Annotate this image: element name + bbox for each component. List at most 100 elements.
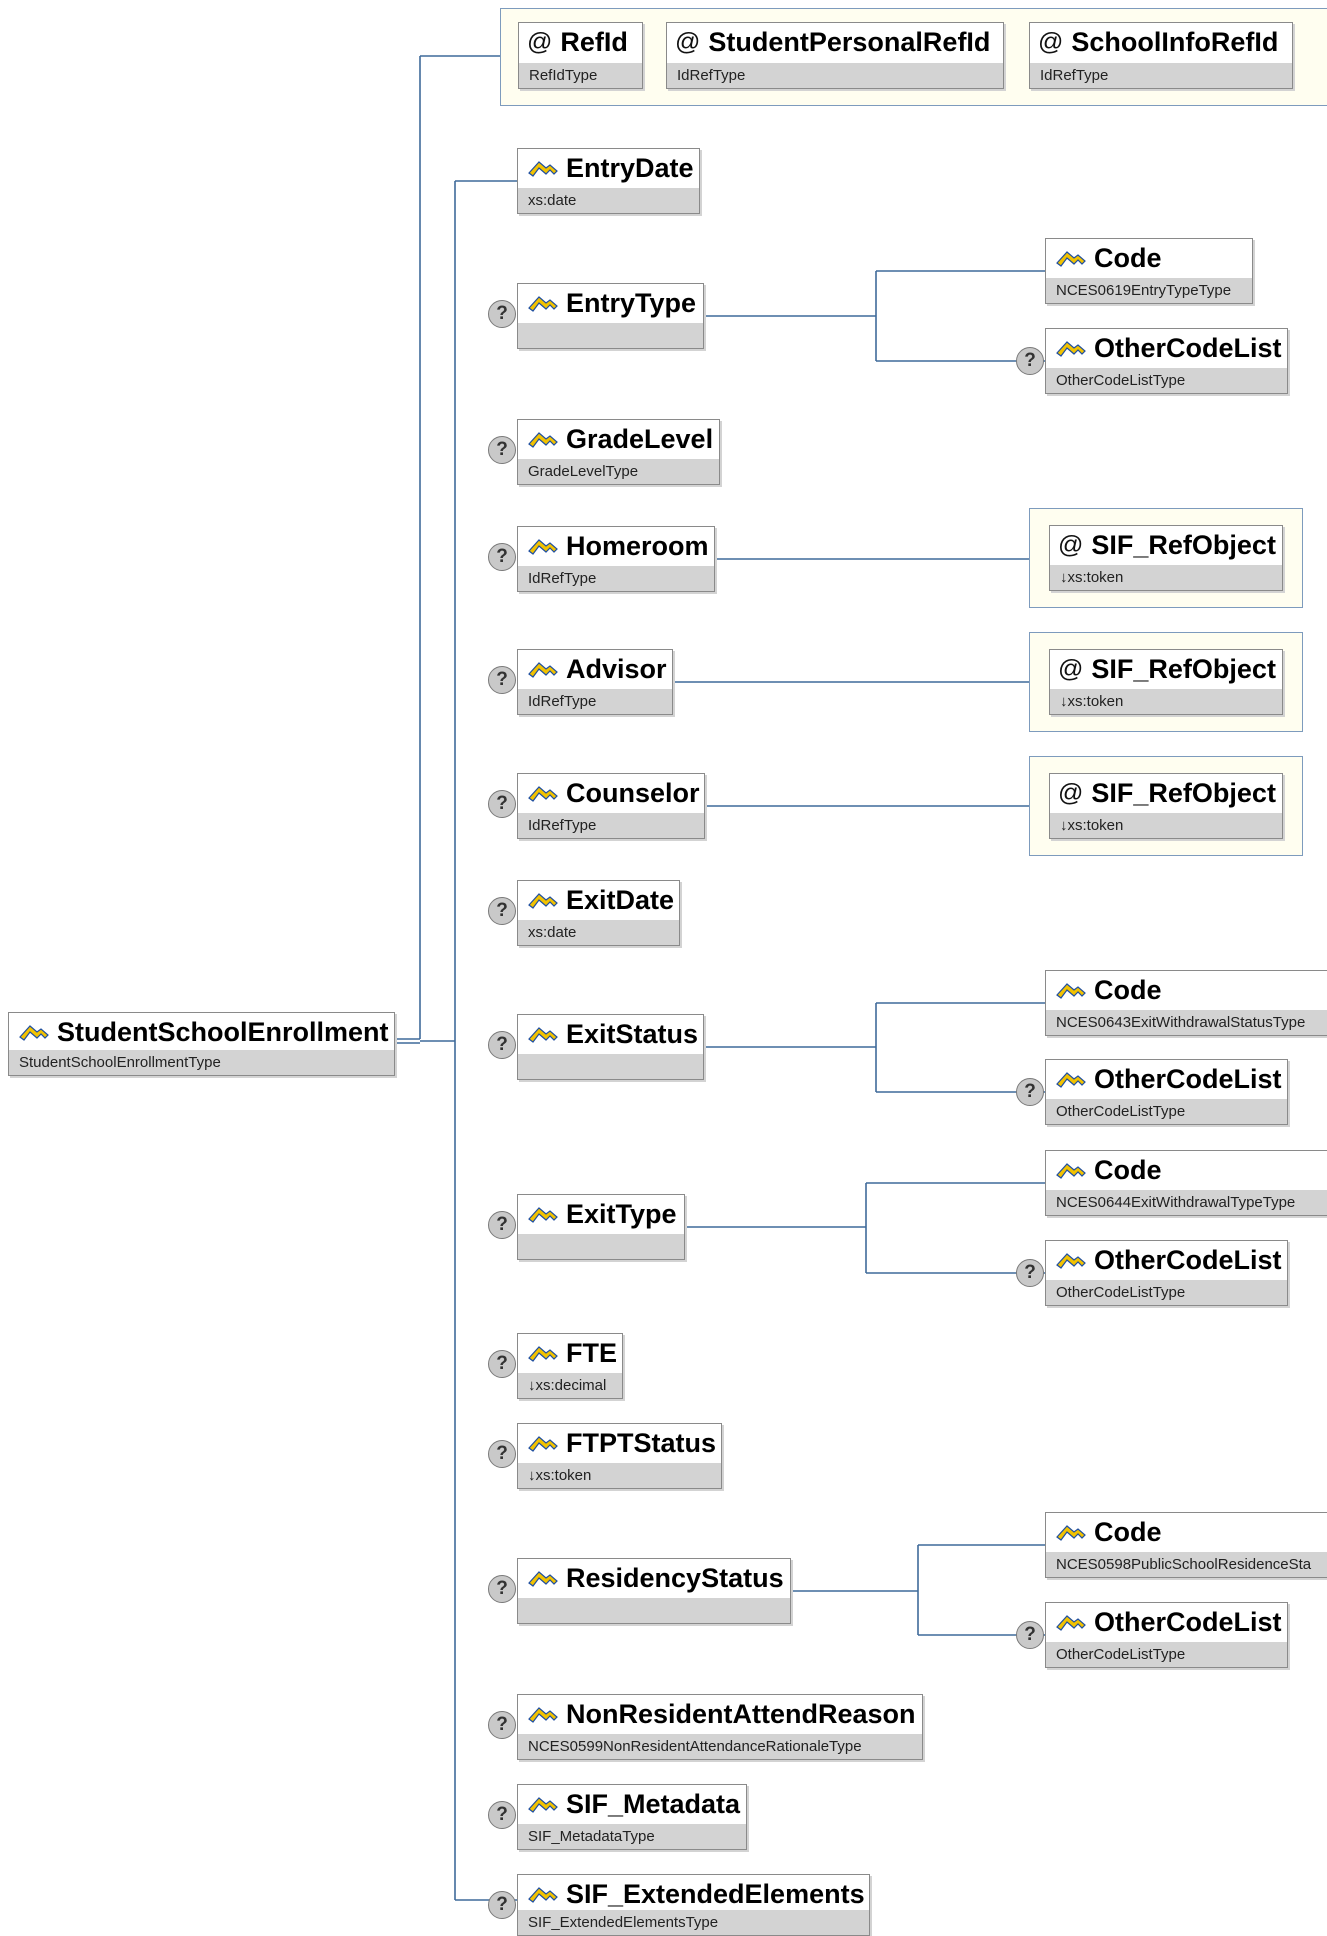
optional-question-icon: ?	[488, 1575, 516, 1603]
element-name: OtherCodeList	[1094, 1063, 1282, 1094]
element-type: OtherCodeListType	[1046, 1280, 1287, 1305]
element-icon	[528, 1707, 558, 1723]
element-name: Code	[1094, 1154, 1162, 1185]
element-type: NCES0619EntryTypeType	[1046, 278, 1252, 303]
attribute-counselor-sif-refobject[interactable]: @ SIF_RefObject ↓xs:token	[1049, 773, 1283, 839]
element-sif-extended-elements[interactable]: SIF_ExtendedElements SIF_ExtendedElement…	[517, 1874, 870, 1936]
element-type	[518, 1598, 790, 1623]
element-icon	[528, 1027, 558, 1043]
element-type: NCES0643ExitWithdrawalStatusType	[1046, 1010, 1327, 1035]
element-icon	[528, 1436, 558, 1452]
element-name: ResidencyStatus	[566, 1562, 784, 1593]
attribute-name: StudentPersonalRefId	[708, 26, 991, 57]
element-icon	[528, 1346, 558, 1362]
optional-question-icon: ?	[488, 1211, 516, 1239]
element-name: NonResidentAttendReason	[566, 1698, 916, 1729]
element-icon	[1056, 1253, 1086, 1269]
optional-question-icon: ?	[1016, 1621, 1044, 1649]
element-exit-status[interactable]: ExitStatus	[517, 1014, 704, 1080]
optional-question-icon: ?	[488, 436, 516, 464]
element-entry-date[interactable]: EntryDate xs:date	[517, 148, 700, 214]
element-type: IdRefType	[518, 813, 704, 838]
element-exit-status-code[interactable]: Code NCES0643ExitWithdrawalStatusType	[1045, 970, 1327, 1036]
element-residency-status[interactable]: ResidencyStatus	[517, 1558, 791, 1624]
element-name: EntryType	[566, 287, 697, 318]
element-sif-metadata[interactable]: SIF_Metadata SIF_MetadataType	[517, 1784, 747, 1850]
attribute-refid[interactable]: @ RefId RefIdType	[518, 22, 643, 89]
element-residency-status-other-code-list[interactable]: OtherCodeList OtherCodeListType	[1045, 1602, 1288, 1668]
optional-question-icon: ?	[488, 300, 516, 328]
element-entry-type-other-code-list[interactable]: OtherCodeList OtherCodeListType	[1045, 328, 1288, 394]
optional-question-icon: ?	[488, 897, 516, 925]
element-icon	[1056, 983, 1086, 999]
element-exit-date[interactable]: ExitDate xs:date	[517, 880, 680, 946]
element-grade-level[interactable]: GradeLevel GradeLevelType	[517, 419, 720, 485]
element-name: Counselor	[566, 777, 700, 808]
element-counselor[interactable]: Counselor IdRefType	[517, 773, 705, 839]
optional-question-icon: ?	[488, 1891, 516, 1919]
element-icon	[1056, 1163, 1086, 1179]
element-entry-type[interactable]: EntryType	[517, 283, 704, 349]
element-name: OtherCodeList	[1094, 1244, 1282, 1275]
attribute-advisor-sif-refobject[interactable]: @ SIF_RefObject ↓xs:token	[1049, 649, 1283, 715]
element-name: ExitStatus	[566, 1018, 699, 1049]
optional-question-icon: ?	[488, 1801, 516, 1829]
element-exit-type-code[interactable]: Code NCES0644ExitWithdrawalTypeType	[1045, 1150, 1327, 1216]
element-type: StudentSchoolEnrollmentType	[9, 1050, 394, 1075]
element-type: NCES0599NonResidentAttendanceRationaleTy…	[518, 1734, 922, 1759]
element-homeroom[interactable]: Homeroom IdRefType	[517, 526, 715, 592]
attribute-type: ↓xs:token	[1050, 689, 1282, 714]
element-residency-status-code[interactable]: Code NCES0598PublicSchoolResidenceSta	[1045, 1512, 1327, 1578]
attribute-at-icon: @	[675, 27, 701, 56]
element-type: SIF_MetadataType	[518, 1824, 746, 1849]
attribute-type: IdRefType	[1030, 63, 1292, 88]
element-icon	[528, 296, 558, 312]
element-icon	[1056, 1525, 1086, 1541]
element-entry-type-code[interactable]: Code NCES0619EntryTypeType	[1045, 238, 1253, 304]
element-icon	[528, 1571, 558, 1587]
element-icon	[19, 1025, 49, 1041]
element-name: SIF_ExtendedElements	[566, 1878, 865, 1909]
element-exit-status-other-code-list[interactable]: OtherCodeList OtherCodeListType	[1045, 1059, 1288, 1125]
element-icon	[528, 1797, 558, 1813]
element-type: xs:date	[518, 188, 699, 213]
element-ftpt-status[interactable]: FTPTStatus ↓xs:token	[517, 1423, 722, 1489]
element-exit-type[interactable]: ExitType	[517, 1194, 685, 1260]
element-name: FTPTStatus	[566, 1427, 717, 1458]
element-type: IdRefType	[518, 689, 672, 714]
element-icon	[528, 161, 558, 177]
element-icon	[528, 893, 558, 909]
root-element[interactable]: StudentSchoolEnrollment StudentSchoolEnr…	[8, 1012, 395, 1076]
element-icon	[1056, 251, 1086, 267]
element-type: SIF_ExtendedElementsType	[518, 1910, 869, 1935]
optional-question-icon: ?	[1016, 347, 1044, 375]
element-name: EntryDate	[566, 152, 694, 183]
attribute-name: SchoolInfoRefId	[1071, 26, 1279, 57]
element-advisor[interactable]: Advisor IdRefType	[517, 649, 673, 715]
optional-question-icon: ?	[488, 1350, 516, 1378]
optional-question-icon: ?	[488, 1440, 516, 1468]
element-exit-type-other-code-list[interactable]: OtherCodeList OtherCodeListType	[1045, 1240, 1288, 1306]
element-name: Code	[1094, 1516, 1162, 1547]
attribute-name: SIF_RefObject	[1091, 777, 1276, 808]
attribute-type: IdRefType	[667, 63, 1003, 88]
element-name: StudentSchoolEnrollment	[57, 1016, 389, 1047]
attribute-student-personal-refid[interactable]: @ StudentPersonalRefId IdRefType	[666, 22, 1004, 89]
optional-question-icon: ?	[488, 666, 516, 694]
element-fte[interactable]: FTE ↓xs:decimal	[517, 1333, 623, 1399]
element-name: OtherCodeList	[1094, 1606, 1282, 1637]
attribute-at-icon: @	[1058, 530, 1084, 559]
attribute-school-info-refid[interactable]: @ SchoolInfoRefId IdRefType	[1029, 22, 1293, 89]
attribute-at-icon: @	[1058, 654, 1084, 683]
element-name: ExitType	[566, 1198, 677, 1229]
element-non-resident-attend-reason[interactable]: NonResidentAttendReason NCES0599NonResid…	[517, 1694, 923, 1760]
element-icon	[528, 662, 558, 678]
attribute-at-icon: @	[1058, 778, 1084, 807]
attribute-homeroom-sif-refobject[interactable]: @ SIF_RefObject ↓xs:token	[1049, 525, 1283, 591]
attribute-type: ↓xs:token	[1050, 565, 1282, 590]
element-name: SIF_Metadata	[566, 1788, 741, 1819]
element-type: ↓xs:token	[518, 1463, 721, 1488]
element-type: NCES0598PublicSchoolResidenceSta	[1046, 1552, 1327, 1577]
optional-question-icon: ?	[1016, 1078, 1044, 1106]
element-icon	[528, 1207, 558, 1223]
